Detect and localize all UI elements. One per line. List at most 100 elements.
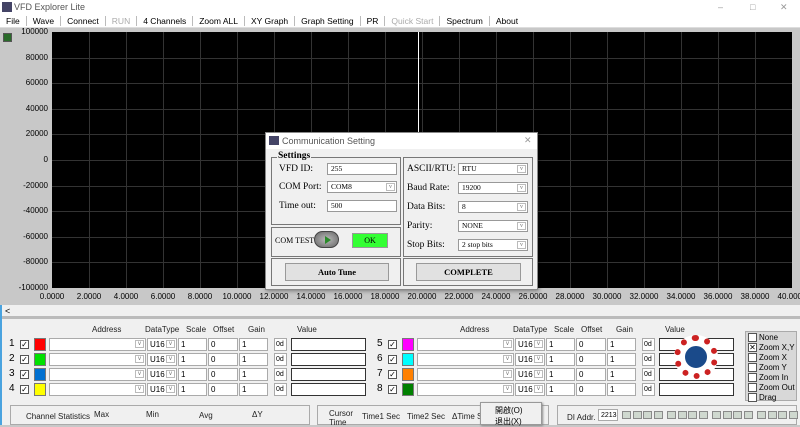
zoom-option-zoom-in[interactable]: Zoom In (748, 372, 788, 382)
format-button[interactable]: 0d (274, 338, 287, 351)
zoom-option-checkbox[interactable]: ✕ (748, 343, 757, 352)
menu-zoom-all[interactable]: Zoom ALL (193, 16, 245, 26)
menu-spectrum[interactable]: Spectrum (440, 16, 489, 26)
format-button[interactable]: 0d (274, 368, 287, 381)
menu-4-channels[interactable]: 4 Channels (137, 16, 193, 26)
channel-enable-checkbox[interactable]: ✓ (20, 355, 29, 364)
format-button[interactable]: 0d (274, 383, 287, 396)
channel-enable-checkbox[interactable]: ✓ (388, 385, 397, 394)
menu-wave[interactable]: Wave (27, 16, 61, 26)
ascii-rtu-select[interactable]: RTUv (458, 163, 528, 175)
datatype-select[interactable]: U16v (147, 383, 177, 396)
format-button[interactable]: 0d (642, 353, 655, 366)
scale-input[interactable]: 1 (546, 368, 575, 381)
close-button[interactable]: ✕ (780, 2, 788, 13)
zoom-option-checkbox[interactable] (748, 353, 757, 362)
scale-input[interactable]: 1 (546, 353, 575, 366)
gain-input[interactable]: 1 (239, 338, 268, 351)
gain-input[interactable]: 1 (239, 353, 268, 366)
zoom-option-zoom-x-y[interactable]: ✕Zoom X,Y (748, 342, 795, 352)
datatype-select[interactable]: U16v (515, 353, 545, 366)
vfd-id-input[interactable]: 255 (327, 163, 397, 175)
com-port-select[interactable]: COM8v (327, 181, 397, 193)
menu-xy-graph[interactable]: XY Graph (245, 16, 295, 26)
format-button[interactable]: 0d (642, 368, 655, 381)
di-addr-input[interactable]: 2213 (598, 409, 618, 421)
channel-enable-checkbox[interactable]: ✓ (388, 340, 397, 349)
address-select[interactable]: v (49, 383, 146, 396)
scale-input[interactable]: 1 (178, 368, 207, 381)
offset-input[interactable]: 0 (576, 353, 606, 366)
channel-color-swatch[interactable] (402, 353, 414, 366)
format-button[interactable]: 0d (274, 353, 287, 366)
scale-input[interactable]: 1 (546, 383, 575, 396)
dialog-close-button[interactable]: ✕ (524, 135, 532, 146)
offset-input[interactable]: 0 (208, 368, 238, 381)
offset-input[interactable]: 0 (576, 368, 606, 381)
context-menu-exit[interactable]: 退出(X) (495, 416, 522, 427)
horizontal-scrollbar[interactable]: < (2, 305, 800, 319)
offset-input[interactable]: 0 (576, 383, 606, 396)
offset-input[interactable]: 0 (576, 338, 606, 351)
datatype-select[interactable]: U16v (147, 353, 177, 366)
timeout-input[interactable]: 500 (327, 200, 397, 212)
menu-pr[interactable]: PR (361, 16, 386, 26)
zoom-option-checkbox[interactable] (748, 373, 757, 382)
offset-input[interactable]: 0 (208, 338, 238, 351)
menu-about[interactable]: About (490, 16, 524, 26)
address-select[interactable]: v (417, 353, 514, 366)
datatype-select[interactable]: U16v (515, 383, 545, 396)
channel-color-swatch[interactable] (34, 368, 46, 381)
zoom-option-zoom-x[interactable]: Zoom X (748, 352, 787, 362)
channel-enable-checkbox[interactable]: ✓ (20, 385, 29, 394)
scale-input[interactable]: 1 (178, 353, 207, 366)
zoom-option-checkbox[interactable] (748, 363, 757, 372)
complete-button[interactable]: COMPLETE (416, 263, 521, 281)
channel-color-swatch[interactable] (34, 383, 46, 396)
menu-connect[interactable]: Connect (61, 16, 106, 26)
address-select[interactable]: v (49, 368, 146, 381)
scale-input[interactable]: 1 (546, 338, 575, 351)
zoom-option-checkbox[interactable] (748, 393, 757, 402)
baud-rate-select[interactable]: 19200v (458, 182, 528, 194)
channel-enable-checkbox[interactable]: ✓ (388, 355, 397, 364)
parity-select[interactable]: NONEv (458, 220, 528, 232)
zoom-option-checkbox[interactable] (748, 333, 757, 342)
address-select[interactable]: v (417, 368, 514, 381)
zoom-option-drag[interactable]: Drag (748, 392, 776, 402)
address-select[interactable]: v (417, 383, 514, 396)
context-menu-open[interactable]: 開啟(O) (495, 405, 523, 416)
address-select[interactable]: v (49, 338, 146, 351)
gain-input[interactable]: 1 (607, 368, 636, 381)
gain-input[interactable]: 1 (607, 353, 636, 366)
offset-input[interactable]: 0 (208, 383, 238, 396)
format-button[interactable]: 0d (642, 338, 655, 351)
scroll-left-button[interactable]: < (5, 306, 10, 316)
scale-input[interactable]: 1 (178, 338, 207, 351)
stop-bits-select[interactable]: 2 stop bitsv (458, 239, 528, 251)
offset-input[interactable]: 0 (208, 353, 238, 366)
data-bits-select[interactable]: 8v (458, 201, 528, 213)
zoom-option-zoom-y[interactable]: Zoom Y (748, 362, 787, 372)
channel-color-swatch[interactable] (402, 368, 414, 381)
menu-graph-setting[interactable]: Graph Setting (295, 16, 360, 26)
datatype-select[interactable]: U16v (147, 338, 177, 351)
auto-tune-button[interactable]: Auto Tune (285, 263, 389, 281)
format-button[interactable]: 0d (642, 383, 655, 396)
channel-color-swatch[interactable] (402, 383, 414, 396)
zoom-option-checkbox[interactable] (748, 383, 757, 392)
gain-input[interactable]: 1 (607, 338, 636, 351)
gain-input[interactable]: 1 (239, 368, 268, 381)
menu-file[interactable]: File (0, 16, 27, 26)
gain-input[interactable]: 1 (607, 383, 636, 396)
channel-enable-checkbox[interactable]: ✓ (20, 340, 29, 349)
address-select[interactable]: v (417, 338, 514, 351)
datatype-select[interactable]: U16v (515, 338, 545, 351)
channel-enable-checkbox[interactable]: ✓ (20, 370, 29, 379)
com-test-button[interactable] (314, 231, 339, 248)
address-select[interactable]: v (49, 353, 146, 366)
minimize-button[interactable]: – (718, 2, 723, 12)
channel-color-swatch[interactable] (34, 338, 46, 351)
zoom-option-zoom-out[interactable]: Zoom Out (748, 382, 795, 392)
datatype-select[interactable]: U16v (515, 368, 545, 381)
